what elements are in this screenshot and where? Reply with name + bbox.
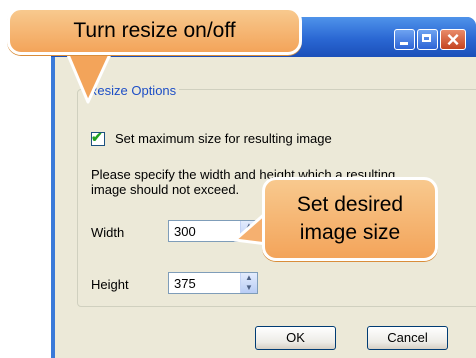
callout-image-size-line2: image size <box>299 221 401 244</box>
callout-pointer <box>64 50 114 104</box>
max-size-checkbox-label[interactable]: Set maximum size for resulting image <box>115 131 332 146</box>
height-spin-arrows[interactable]: ▲ ▼ <box>240 273 257 293</box>
height-value[interactable]: 375 <box>174 276 196 291</box>
spin-down-icon[interactable]: ▼ <box>241 283 257 293</box>
cancel-button[interactable]: Cancel <box>367 326 448 350</box>
callout-image-size-line1: Set desired <box>296 193 404 216</box>
checkmark-icon: ✔ <box>91 129 103 145</box>
close-icon <box>441 27 465 53</box>
callout-image-size: Set desired image size <box>262 177 438 261</box>
width-value[interactable]: 300 <box>174 224 196 239</box>
description-text-line2: image should not exceed. <box>91 182 240 197</box>
maximize-button[interactable] <box>417 29 438 50</box>
close-button[interactable] <box>440 27 466 53</box>
callout-resize-toggle: Turn resize on/off <box>7 7 302 55</box>
callout-resize-toggle-text: Turn resize on/off <box>73 19 236 42</box>
spin-up-icon[interactable]: ▲ <box>241 273 257 283</box>
height-label: Height <box>91 277 129 292</box>
height-spinbox[interactable]: 375 ▲ ▼ <box>168 272 258 294</box>
max-size-checkbox[interactable]: ✔ <box>91 129 105 146</box>
minimize-icon <box>395 30 414 49</box>
maximize-icon <box>418 30 437 49</box>
width-label: Width <box>91 225 125 240</box>
minimize-button[interactable] <box>394 29 415 50</box>
ok-button[interactable]: OK <box>255 326 336 350</box>
